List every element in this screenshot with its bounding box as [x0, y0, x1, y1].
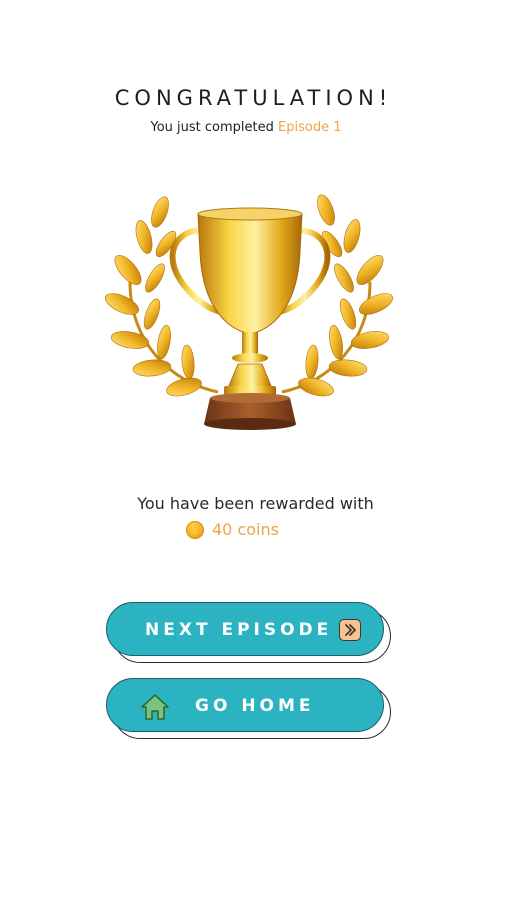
reward-message: You have been rewarded with — [137, 494, 374, 513]
page-title: CONGRATULATION! — [114, 86, 393, 110]
completion-subtitle: You just completed Episode 1 — [0, 120, 492, 135]
trophy-with-laurel-icon — [100, 192, 400, 442]
next-episode-button-wrapper: NEXT EPISODE — [106, 602, 391, 663]
episode-label: Episode 1 — [278, 120, 342, 135]
next-episode-button[interactable]: NEXT EPISODE — [106, 602, 384, 656]
coins-amount: 40 coins — [212, 520, 279, 539]
arrow-right-icon — [339, 619, 361, 641]
go-home-button-wrapper: GO HOME — [106, 678, 391, 739]
go-home-label: GO HOME — [195, 696, 315, 716]
home-icon — [139, 693, 171, 721]
coins-reward: 40 coins — [186, 520, 279, 539]
next-episode-label: NEXT EPISODE — [145, 620, 333, 640]
trophy-cup — [197, 213, 303, 335]
go-home-button[interactable]: GO HOME — [106, 678, 384, 732]
subtitle-prefix: You just completed — [150, 120, 279, 135]
coin-icon — [186, 520, 204, 539]
